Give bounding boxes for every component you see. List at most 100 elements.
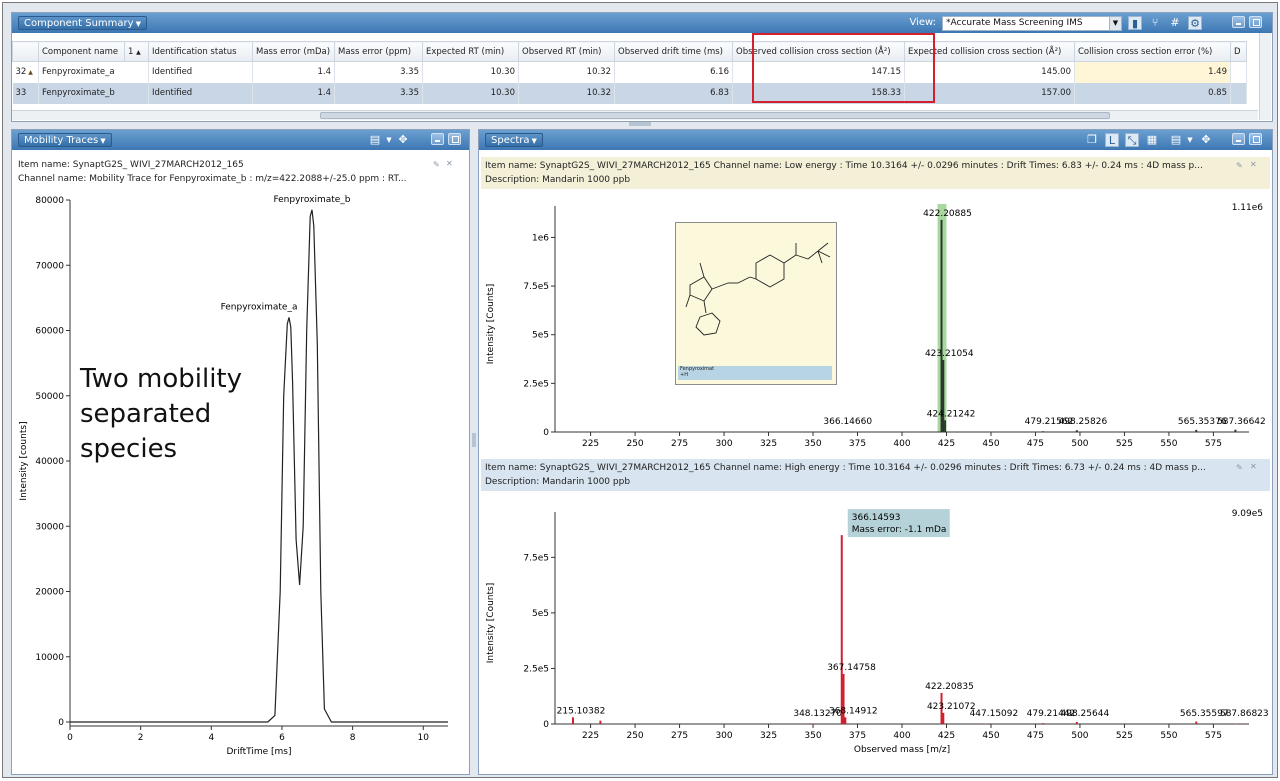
peak-annotation: Fenpyroximate_b xyxy=(273,195,350,205)
maximize-button[interactable] xyxy=(448,133,461,145)
x-tick-label: 525 xyxy=(1116,439,1133,449)
component-summary-menu[interactable]: Component Summary ▼ xyxy=(18,16,147,30)
view-select[interactable]: *Accurate Mass Screening IMS ▼ xyxy=(942,16,1122,31)
close-icon[interactable]: ✕ xyxy=(446,159,453,168)
col-header-ccs-error[interactable]: Collision cross section error (%) xyxy=(1074,41,1231,62)
callout-line: species xyxy=(80,434,178,464)
col-header-observed-rt[interactable]: Observed RT (min) xyxy=(518,41,615,62)
zoom-icon[interactable]: ⤡ xyxy=(1125,133,1139,147)
thermometer-icon[interactable]: ▮ xyxy=(1128,16,1142,30)
link-axis-icon[interactable]: L xyxy=(1105,133,1119,147)
x-tick-label: 350 xyxy=(804,731,821,741)
x-tick-label: 225 xyxy=(582,439,599,449)
close-icon[interactable]: ✕ xyxy=(1250,160,1257,169)
vertical-splitter[interactable] xyxy=(472,433,476,447)
y-tick-label: 2.5e5 xyxy=(523,379,549,389)
col-header-truncated[interactable]: D xyxy=(1230,41,1247,62)
copy-icon[interactable]: ❐ xyxy=(1085,133,1099,147)
minimize-button[interactable] xyxy=(431,133,444,145)
minimize-button[interactable] xyxy=(1232,133,1245,145)
mobility-traces-header: Mobility Traces ▼ ▤ ▼ ✥ xyxy=(12,130,469,150)
low-energy-spectrum: 0 2.5e5 5e5 7.5e5 1e6 225 250 275 300 325 350 375 40… xyxy=(486,203,1266,449)
x-tick-label: 475 xyxy=(1027,439,1044,449)
low-description: Description: Mandarin 1000 ppb xyxy=(485,175,631,185)
peak-label: 587.36642 xyxy=(1217,417,1266,427)
x-tick-label: 575 xyxy=(1205,439,1222,449)
pin-icon[interactable]: ✎ xyxy=(1236,463,1243,472)
row-index: 33 xyxy=(12,82,39,104)
col-header-index[interactable] xyxy=(12,41,39,62)
y-tick-label: 20000 xyxy=(35,588,64,598)
dropdown-arrow-icon[interactable]: ▼ xyxy=(1109,17,1121,30)
mobility-traces-menu[interactable]: Mobility Traces ▼ xyxy=(18,133,112,147)
chevron-down-icon[interactable]: ▼ xyxy=(1183,133,1197,147)
y-tick-label: 5e5 xyxy=(532,331,549,341)
component-name-cell: Fenpyroximate_a xyxy=(38,61,149,83)
col-header-mass-error-ppm[interactable]: Mass error (ppm) xyxy=(334,41,423,62)
table-icon[interactable]: ▦ xyxy=(1145,133,1159,147)
y-tick-label: 2.5e5 xyxy=(523,664,549,674)
x-tick-label: 525 xyxy=(1116,731,1133,741)
x-tick-label: 300 xyxy=(715,731,732,741)
peak-label: 422.20835 xyxy=(925,682,974,692)
status-cell: Identified xyxy=(148,82,253,104)
tree-icon[interactable]: ⑂ xyxy=(1148,16,1162,30)
spectra-menu[interactable]: Spectra ▼ xyxy=(485,133,543,147)
hash-icon[interactable]: # xyxy=(1168,16,1182,30)
scrollbar-thumb[interactable] xyxy=(320,112,1110,119)
pin-icon[interactable]: ✎ xyxy=(433,160,440,169)
minimize-button[interactable] xyxy=(1232,16,1245,28)
sort-asc-icon: ▲ xyxy=(136,48,141,56)
x-tick-label: 2 xyxy=(138,733,144,743)
peak-label: 368.14912 xyxy=(829,706,878,716)
x-tick-label: 450 xyxy=(982,731,999,741)
tooltip-mass-error: Mass error: -1.1 mDa xyxy=(852,525,947,535)
molecule-structure-tooltip: Fenpyroximat +H xyxy=(675,222,837,385)
horizontal-scrollbar[interactable] xyxy=(12,110,1258,120)
y-tick-label: 10000 xyxy=(35,653,64,663)
export-icon[interactable]: ▤ xyxy=(1169,133,1183,147)
col-header-mass-error-mda[interactable]: Mass error (mDa) xyxy=(252,41,335,62)
x-tick-label: 500 xyxy=(1071,439,1088,449)
y-tick-label: 50000 xyxy=(35,392,64,402)
maximize-button[interactable] xyxy=(1249,133,1262,145)
structure-caption: Fenpyroximat +H xyxy=(678,366,832,380)
peak-label: 587.86823 xyxy=(1220,709,1269,719)
horizontal-splitter[interactable] xyxy=(629,122,651,126)
table-header-row: Component name 1 ▲ Identification status… xyxy=(12,41,1247,62)
export-icon[interactable]: ▤ xyxy=(368,133,382,147)
table-row[interactable]: 32 ▲ Fenpyroximate_a Identified 1.4 3.35… xyxy=(12,61,1247,83)
peak-label: 366.14660 xyxy=(823,417,872,427)
application-window: Component Summary ▼ View: *Accurate Mass … xyxy=(2,2,1278,778)
col-header-identification-status[interactable]: Identification status xyxy=(148,41,253,62)
pin-icon[interactable]: ✎ xyxy=(1236,161,1243,170)
x-axis-title: DriftTime [ms] xyxy=(226,747,291,757)
peak-label: 423.21054 xyxy=(925,349,974,359)
spectra-panel: Spectra ▼ ❐ L ⤡ ▦ ▤ ▼ ✥ Item name: Synapt… xyxy=(478,129,1273,775)
truncated-cell xyxy=(1230,61,1247,83)
y-tick-label: 7.5e5 xyxy=(523,282,549,292)
col-header-component-name[interactable]: Component name xyxy=(38,41,125,62)
move-icon[interactable]: ✥ xyxy=(396,133,410,147)
col-header-observed-drift-time[interactable]: Observed drift time (ms) xyxy=(614,41,733,62)
maximize-button[interactable] xyxy=(1249,16,1262,28)
peak-label: 367.14758 xyxy=(827,663,876,673)
x-tick-label: 275 xyxy=(671,731,688,741)
close-icon[interactable]: ✕ xyxy=(1250,462,1257,471)
max-intensity-label: 9.09e5 xyxy=(1232,509,1263,519)
col-header-sort[interactable]: 1 ▲ xyxy=(124,41,149,62)
vertical-scrollbar[interactable] xyxy=(1259,33,1271,120)
x-tick-label: 450 xyxy=(982,439,999,449)
x-tick-label: 400 xyxy=(893,731,910,741)
mass-error-ppm-cell: 3.35 xyxy=(334,82,423,104)
settings-icon[interactable]: ⚙ xyxy=(1188,16,1202,30)
table-row[interactable]: 33 Fenpyroximate_b Identified 1.4 3.35 1… xyxy=(12,82,1247,104)
x-tick-label: 425 xyxy=(938,731,955,741)
chevron-down-icon[interactable]: ▼ xyxy=(382,133,396,147)
x-tick-label: 225 xyxy=(582,731,599,741)
spectra-header: Spectra ▼ ❐ L ⤡ ▦ ▤ ▼ ✥ xyxy=(479,130,1272,150)
move-icon[interactable]: ✥ xyxy=(1199,133,1213,147)
expected-rt-cell: 10.30 xyxy=(422,82,519,104)
peak-label: 498.25826 xyxy=(1059,417,1108,427)
col-header-expected-rt[interactable]: Expected RT (min) xyxy=(422,41,519,62)
